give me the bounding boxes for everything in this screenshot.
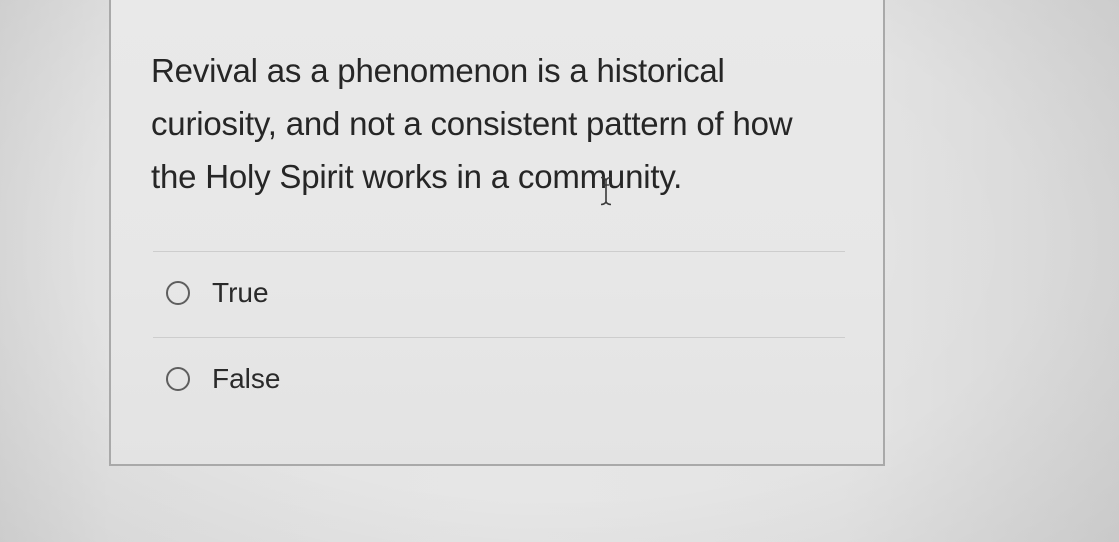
option-true[interactable]: True xyxy=(166,273,269,313)
radio-false[interactable] xyxy=(166,367,190,391)
question-card: Revival as a phenomenon is a historical … xyxy=(109,0,885,466)
option-true-label: True xyxy=(212,277,269,308)
option-false[interactable]: False xyxy=(166,359,280,399)
question-divider xyxy=(153,251,845,252)
option-false-label: False xyxy=(212,363,281,394)
radio-true[interactable] xyxy=(166,281,190,305)
text-cursor-icon xyxy=(600,176,612,206)
question-text: Revival as a phenomenon is a historical … xyxy=(151,52,793,195)
option-divider xyxy=(153,337,845,338)
